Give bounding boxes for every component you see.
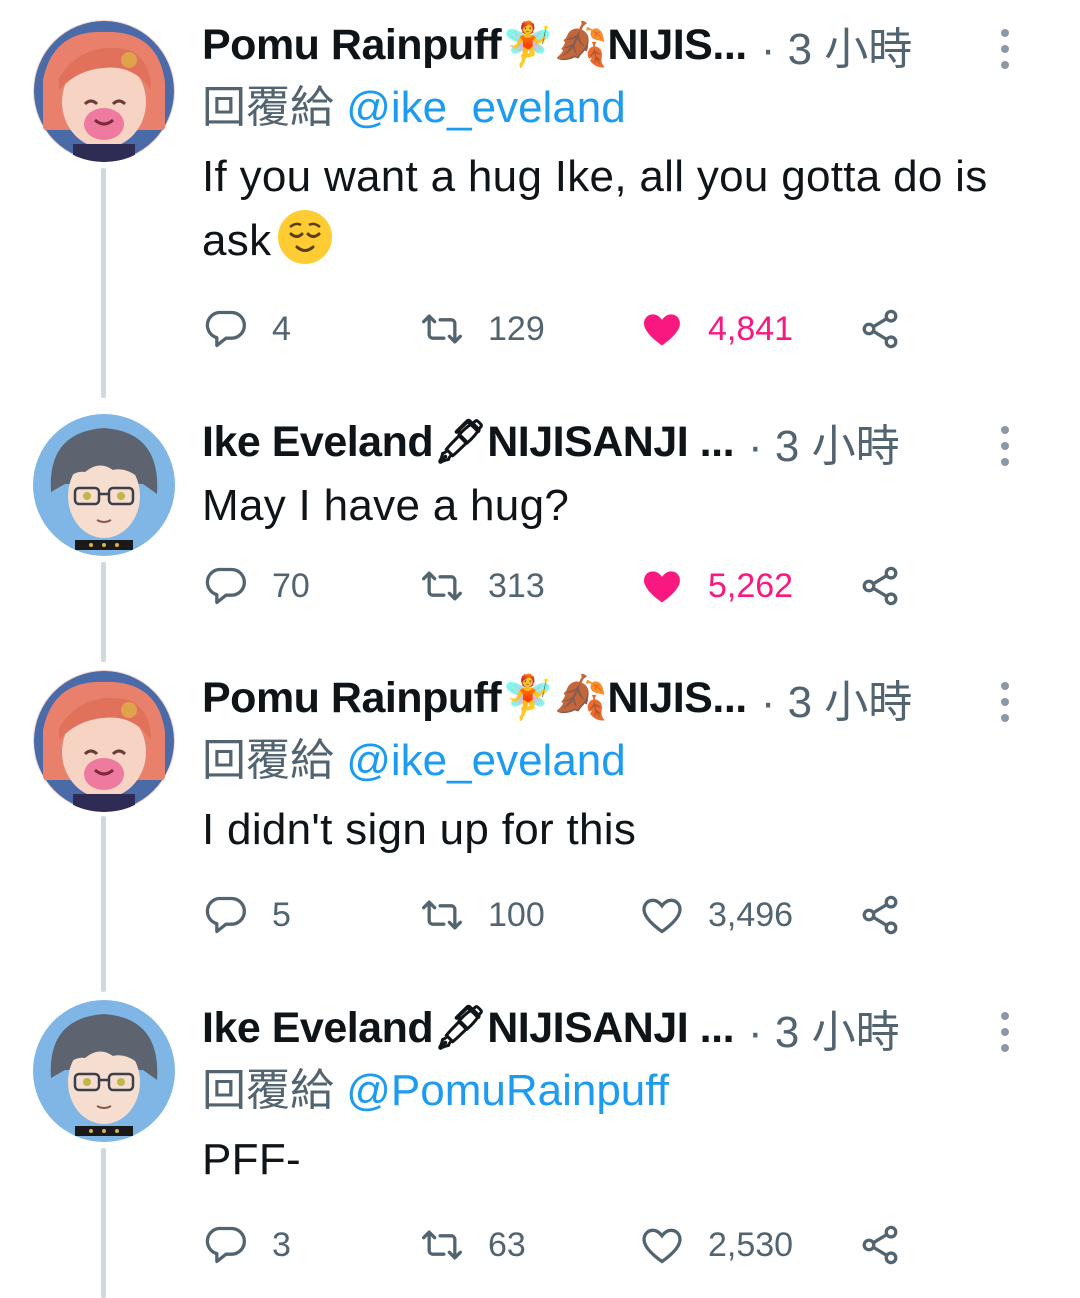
- retweet-icon: [422, 900, 462, 930]
- reply-count: 4: [272, 309, 291, 348]
- share-button[interactable]: [858, 1215, 902, 1275]
- reply-context: 回覆給 @PomuRainpuff: [202, 1056, 1050, 1126]
- tweet-text-content: May I have a hug?: [202, 481, 570, 530]
- reply-icon: [205, 896, 246, 934]
- more-options-icon[interactable]: [1000, 426, 1010, 466]
- reply-icon: [205, 567, 246, 605]
- retweet-count: 129: [488, 309, 545, 348]
- tweet[interactable]: Ike Eveland🖋NIJISANJI ... · 3 小時 May I h…: [0, 400, 1080, 662]
- like-button[interactable]: 2,530: [640, 1215, 793, 1275]
- heart-icon: [644, 314, 680, 346]
- tweet-text: I didn't sign up for this: [202, 798, 1050, 862]
- timestamp[interactable]: · 3 小時: [761, 13, 913, 77]
- tweet-actions: 5 100 3,496: [202, 885, 922, 945]
- like-count: 4,841: [708, 309, 794, 348]
- retweet-count: 313: [488, 566, 545, 605]
- author-name[interactable]: Pomu Rainpuff🧚🍂NIJIS...: [202, 673, 747, 723]
- reply-button[interactable]: 4: [204, 299, 291, 359]
- more-options-icon[interactable]: [1000, 682, 1010, 722]
- retweet-icon: [422, 1230, 462, 1260]
- reply-icon: [205, 310, 246, 348]
- avatar-ike-image: [33, 414, 175, 556]
- retweet-icon: [422, 571, 462, 601]
- timestamp[interactable]: · 3 小時: [748, 996, 900, 1060]
- reply-handle-link[interactable]: @ike_eveland: [346, 83, 626, 132]
- reply-prefix: 回覆給: [202, 83, 334, 132]
- avatar-pomu[interactable]: [33, 670, 175, 812]
- tweet-text: PFF-: [202, 1128, 1050, 1192]
- share-button[interactable]: [858, 885, 902, 945]
- share-icon: [862, 895, 898, 935]
- heart-icon: [644, 571, 680, 603]
- like-count: 2,530: [708, 1225, 794, 1264]
- relieved-face-emoji: [278, 210, 333, 264]
- reply-handle-link[interactable]: @PomuRainpuff: [346, 1066, 669, 1115]
- reply-context: 回覆給 @ike_eveland: [202, 73, 1050, 143]
- like-button[interactable]: 5,262: [640, 556, 793, 616]
- more-options-icon[interactable]: [1000, 29, 1010, 69]
- avatar-pomu-image: [33, 670, 175, 812]
- timestamp[interactable]: · 3 小時: [748, 410, 900, 474]
- like-button[interactable]: 4,841: [640, 299, 793, 359]
- author-name[interactable]: Ike Eveland🖋NIJISANJI ...: [202, 1003, 734, 1053]
- retweet-button[interactable]: 129: [420, 299, 545, 359]
- tweet[interactable]: Pomu Rainpuff🧚🍂NIJIS... · 3 小時 回覆給 @ike_…: [0, 0, 1080, 400]
- retweet-count: 100: [488, 895, 545, 934]
- tweet-text: May I have a hug?: [202, 474, 1050, 538]
- avatar-pomu-image: [33, 20, 175, 162]
- reply-context: 回覆給 @ike_eveland: [202, 726, 1050, 796]
- tweet-actions: 3 63 2,530: [202, 1215, 922, 1275]
- share-icon: [862, 309, 898, 349]
- retweet-button[interactable]: 313: [420, 556, 545, 616]
- reply-button[interactable]: 70: [204, 556, 310, 616]
- retweet-count: 63: [488, 1225, 526, 1264]
- like-count: 5,262: [708, 566, 794, 605]
- reply-handle-link[interactable]: @ike_eveland: [346, 736, 626, 785]
- timestamp[interactable]: · 3 小時: [761, 666, 913, 730]
- like-count: 3,496: [708, 895, 794, 934]
- tweet-text-content: I didn't sign up for this: [202, 805, 637, 854]
- tweet[interactable]: Pomu Rainpuff🧚🍂NIJIS... · 3 小時 回覆給 @ike_…: [0, 662, 1080, 992]
- author-name[interactable]: Pomu Rainpuff🧚🍂NIJIS...: [202, 20, 747, 70]
- tweet-text-content: PFF-: [202, 1135, 301, 1184]
- reply-count: 3: [272, 1225, 291, 1264]
- share-icon: [862, 566, 898, 606]
- share-button[interactable]: [858, 299, 902, 359]
- reply-prefix: 回覆給: [202, 736, 334, 785]
- share-button[interactable]: [858, 556, 902, 616]
- avatar-ike[interactable]: [33, 414, 175, 556]
- tweet-actions: 70 313 5,262: [202, 556, 922, 616]
- share-icon: [862, 1225, 898, 1265]
- tweet-actions: 4 129 4,841: [202, 299, 922, 359]
- heart-icon: [642, 898, 682, 934]
- author-name[interactable]: Ike Eveland🖋NIJISANJI ...: [202, 417, 734, 467]
- tweet[interactable]: Ike Eveland🖋NIJISANJI ... · 3 小時 回覆給 @Po…: [0, 992, 1080, 1298]
- avatar-pomu[interactable]: [33, 20, 175, 162]
- reply-button[interactable]: 5: [204, 885, 291, 945]
- retweet-button[interactable]: 63: [420, 1215, 526, 1275]
- reply-count: 5: [272, 895, 291, 934]
- reply-icon: [205, 1226, 246, 1264]
- avatar-ike[interactable]: [33, 1000, 175, 1142]
- avatar-ike-image: [33, 1000, 175, 1142]
- more-options-icon[interactable]: [1000, 1012, 1010, 1052]
- reply-prefix: 回覆給: [202, 1066, 334, 1115]
- tweet-text: If you want a hug Ike, all you gotta do …: [202, 145, 1050, 273]
- reply-button[interactable]: 3: [204, 1215, 291, 1275]
- reply-count: 70: [272, 566, 310, 605]
- reply-thread: Pomu Rainpuff🧚🍂NIJIS... · 3 小時 回覆給 @ike_…: [0, 0, 1080, 1298]
- retweet-icon: [422, 314, 462, 344]
- retweet-button[interactable]: 100: [420, 885, 545, 945]
- like-button[interactable]: 3,496: [640, 885, 793, 945]
- heart-icon: [642, 1228, 682, 1264]
